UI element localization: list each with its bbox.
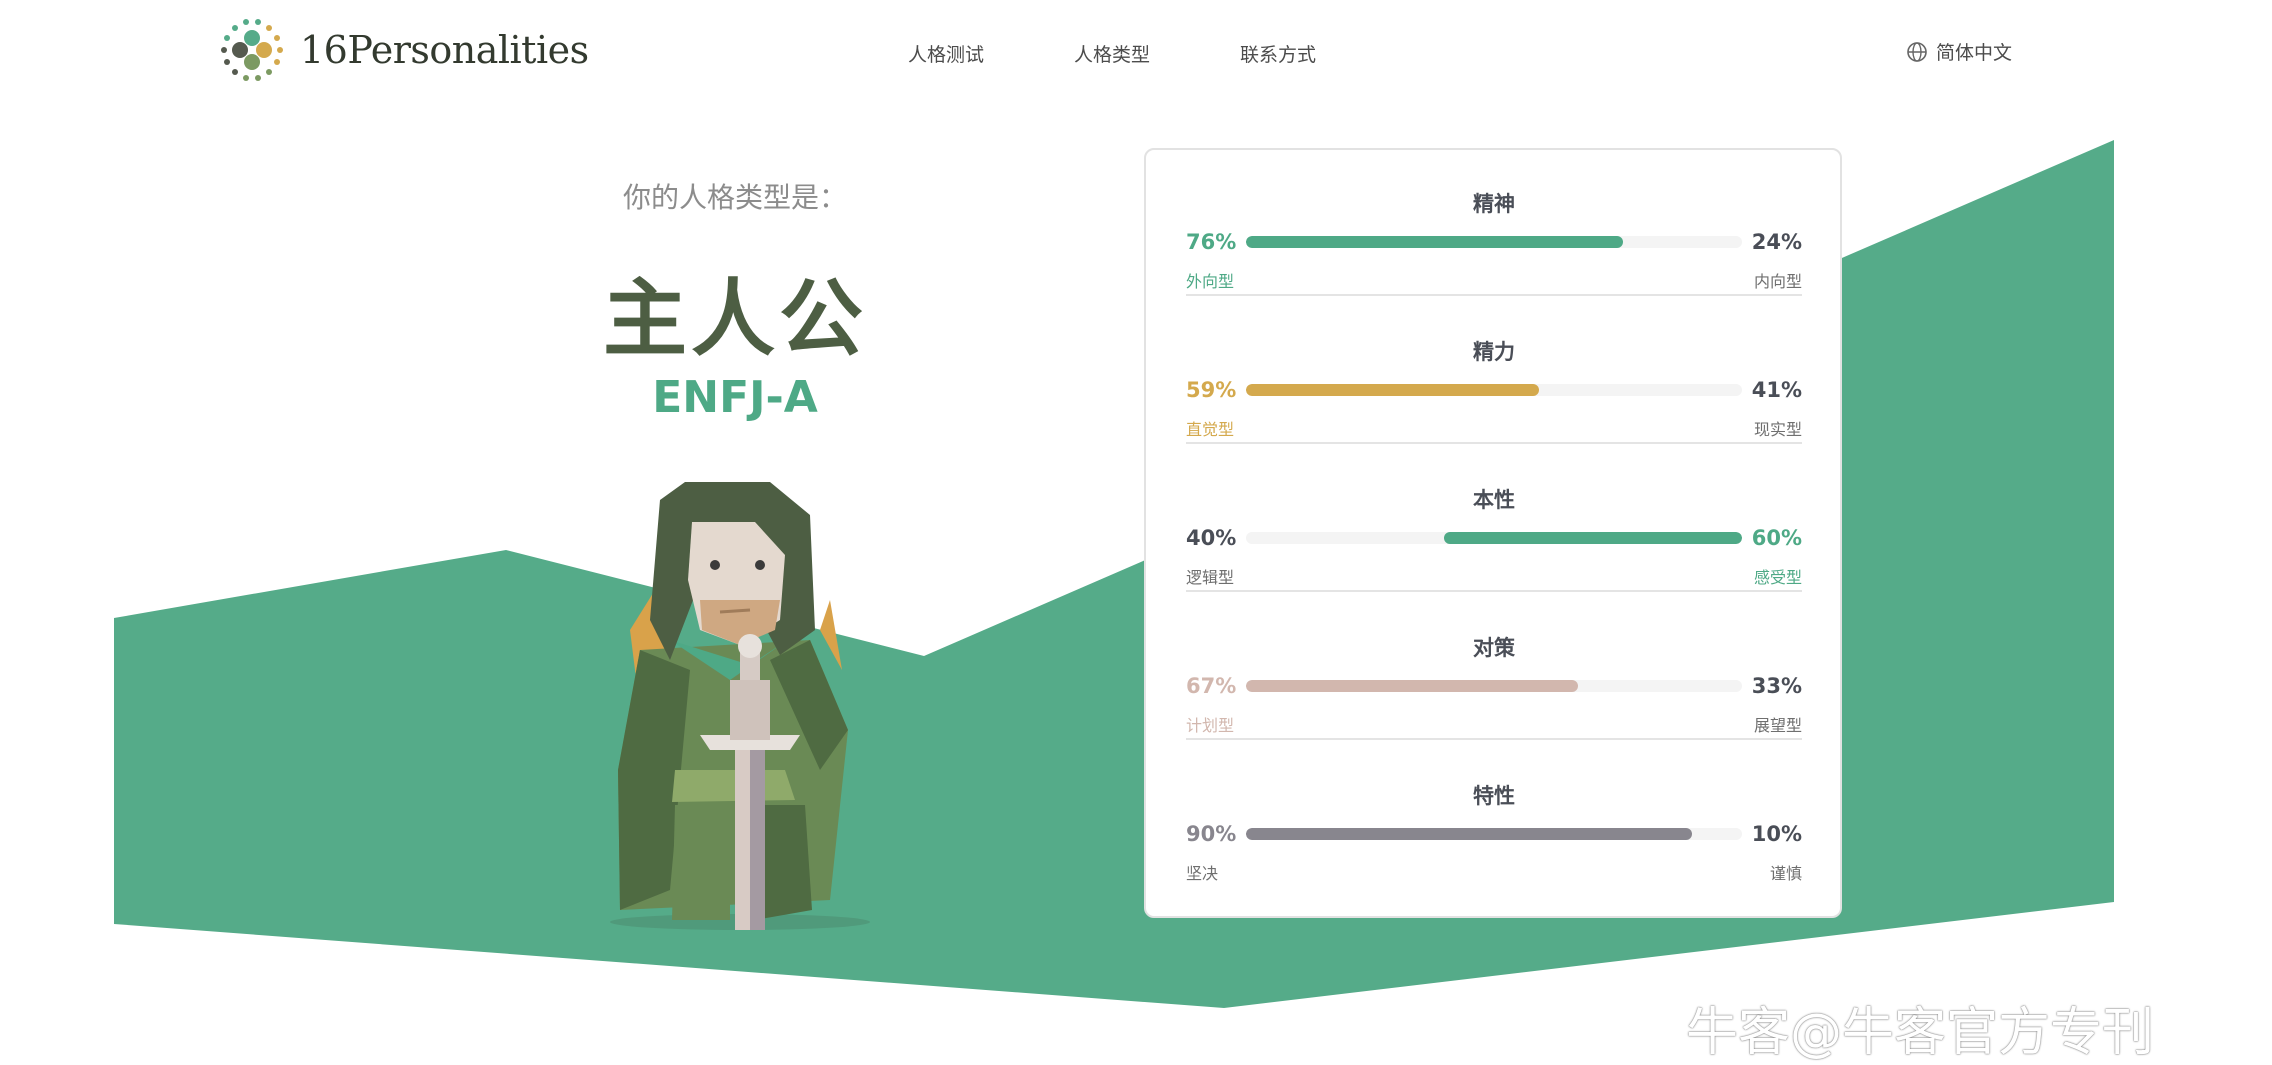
logo-text: 16Personalities — [300, 28, 589, 72]
trait-right-percent: 10% — [1751, 822, 1802, 846]
trait-right-label: 展望型 — [1753, 716, 1802, 735]
trait-right-percent: 24% — [1751, 230, 1802, 254]
trait-left-percent: 76% — [1186, 230, 1237, 254]
trait-right-label: 现实型 — [1753, 420, 1802, 439]
trait-tactics: 对策 67% 33% 计划型 展望型 — [1186, 594, 1802, 740]
trait-right-label: 内向型 — [1753, 272, 1802, 291]
nav-personality-test[interactable]: 人格测试 — [908, 40, 984, 67]
trait-title: 对策 — [1473, 636, 1515, 660]
divider — [1186, 442, 1802, 444]
trait-title: 本性 — [1473, 488, 1515, 512]
trait-bar-fill — [1246, 828, 1693, 840]
trait-left-label: 逻辑型 — [1186, 568, 1235, 587]
trait-bar — [1246, 532, 1742, 544]
trait-bar-fill — [1444, 532, 1742, 544]
trait-right-percent: 33% — [1751, 674, 1802, 698]
watermark-text: 牛客@牛客官方专刊 — [1686, 1003, 2155, 1063]
nav-personality-types[interactable]: 人格类型 — [1074, 40, 1150, 67]
trait-bar — [1246, 828, 1742, 840]
trait-right-percent: 41% — [1751, 378, 1802, 402]
trait-left-percent: 67% — [1186, 674, 1237, 698]
trait-bar-fill — [1246, 680, 1579, 692]
nav-contact[interactable]: 联系方式 — [1240, 40, 1316, 67]
trait-bar — [1246, 680, 1742, 692]
protagonist-character-illustration — [610, 482, 870, 930]
trait-nature: 本性 40% 60% 逻辑型 感受型 — [1186, 446, 1802, 592]
trait-right-label: 感受型 — [1753, 568, 1802, 587]
trait-left-percent: 40% — [1186, 526, 1237, 550]
trait-title: 特性 — [1473, 784, 1515, 808]
trait-right-label: 谨慎 — [1769, 864, 1802, 883]
trait-mind: 精神 76% 24% 外向型 内向型 — [1186, 150, 1802, 296]
trait-bar — [1246, 384, 1742, 396]
trait-bar — [1246, 236, 1742, 248]
trait-bar-fill — [1246, 236, 1623, 248]
divider — [1186, 590, 1802, 592]
trait-left-label: 计划型 — [1186, 716, 1235, 735]
trait-results-card: 精神 76% 24% 外向型 内向型 精力 59% 41% 直觉型 现实型 本性… — [1144, 148, 1842, 918]
type-code: ENFJ-A — [652, 372, 818, 423]
globe-icon — [1907, 41, 1927, 62]
result-intro: 你的人格类型是： — [622, 181, 847, 214]
trait-left-label: 直觉型 — [1186, 420, 1235, 439]
trait-left-percent: 90% — [1186, 822, 1237, 846]
trait-left-label: 外向型 — [1186, 272, 1235, 291]
divider — [1186, 738, 1802, 740]
divider — [1186, 294, 1802, 296]
logo-icon — [221, 19, 283, 81]
trait-identity: 特性 90% 10% 坚决 谨慎 — [1186, 742, 1802, 888]
type-name: 主人公 — [602, 270, 867, 368]
trait-title: 精神 — [1473, 192, 1515, 216]
language-label: 简体中文 — [1936, 42, 2013, 64]
trait-bar-fill — [1246, 384, 1539, 396]
brand-logo[interactable]: 16Personalities — [216, 14, 589, 86]
trait-energy: 精力 59% 41% 直觉型 现实型 — [1186, 298, 1802, 444]
trait-left-percent: 59% — [1186, 378, 1237, 402]
trait-left-label: 坚决 — [1186, 864, 1219, 883]
trait-right-percent: 60% — [1751, 526, 1802, 550]
language-selector[interactable]: 简体中文 — [1906, 38, 2012, 65]
mountain-background — [114, 140, 2114, 1008]
trait-title: 精力 — [1473, 340, 1515, 364]
